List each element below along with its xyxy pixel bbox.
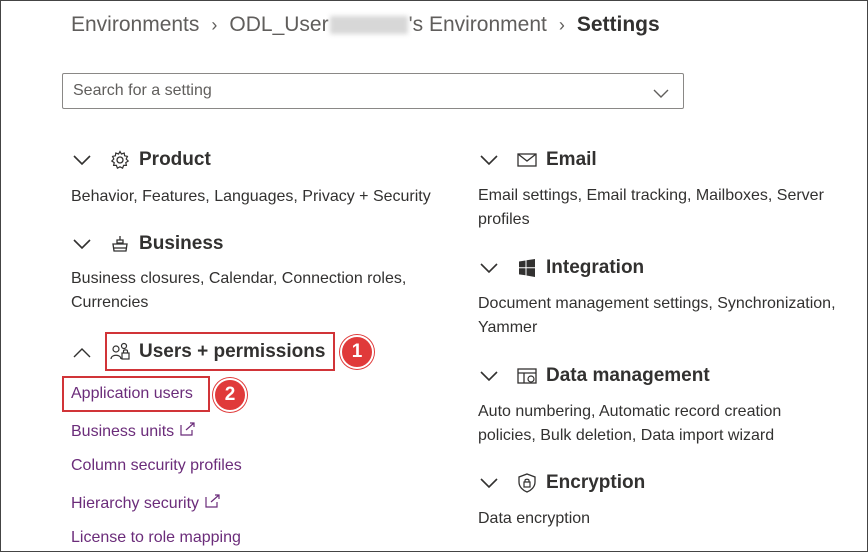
callout-highlight-users-permissions [105,332,335,371]
settings-page: Environments › ODL_User's Environment › … [0,0,868,552]
group-product: Product Behavior, Features, Languages, P… [71,149,431,209]
group-data-management-title: Data management [546,365,710,386]
group-integration-title: Integration [546,257,645,278]
group-integration-header[interactable]: Integration [478,257,836,279]
group-email-description: Email settings, Email tracking, Mailboxe… [478,184,824,232]
external-link-icon [205,494,221,513]
description-line: Document management settings, Synchroniz… [478,295,836,312]
breadcrumb-environments[interactable]: Environments [71,13,199,37]
description-line: policies, Bulk deletion, Data import wiz… [478,427,775,444]
chevron-down-icon[interactable] [653,86,669,104]
group-product-header[interactable]: Product [71,149,431,171]
link-column-security-profiles[interactable]: Column security profiles [71,457,242,475]
group-encryption: Encryption Data encryption [478,472,645,531]
breadcrumb: Environments › ODL_User's Environment › … [71,13,660,37]
group-encryption-header[interactable]: Encryption [478,472,645,494]
description-line: Email settings, Email tracking, Mailboxe… [478,187,824,204]
chevron-down-icon[interactable] [478,150,500,170]
group-encryption-title: Encryption [546,472,646,493]
chevron-right-icon: › [558,14,565,35]
group-email-header[interactable]: Email [478,149,824,171]
chevron-down-icon[interactable] [71,150,93,170]
data-management-icon [517,366,537,386]
external-link-icon [180,422,196,441]
group-data-management-header[interactable]: Data management [478,365,781,387]
chevron-down-icon[interactable] [71,234,93,254]
description-line: Auto numbering, Automatic record creatio… [478,403,782,420]
group-email: Email Email settings, Email tracking, Ma… [478,149,824,232]
group-business-header[interactable]: Business [71,233,406,255]
breadcrumb-environment[interactable]: ODL_User 's Environment [229,13,546,37]
step-badge-2: 2 [213,378,247,412]
chevron-right-icon: › [211,14,218,35]
description-line: Yammer [478,319,538,336]
env-name-prefix: ODL_User [229,13,329,36]
group-business-title: Business [139,233,224,254]
chevron-down-icon[interactable] [478,473,500,493]
group-business: Business Business closures, Calendar, Co… [71,233,406,315]
group-business-description: Business closures, Calendar, Connection … [71,267,406,315]
link-label: Business units [71,422,175,440]
description-line: Data encryption [478,510,591,527]
encryption-icon [517,473,537,493]
description-line: profiles [478,211,530,228]
windows-icon [517,258,537,278]
redacted-username [329,16,408,35]
group-data-management-description: Auto numbering, Automatic record creatio… [478,400,781,448]
business-icon [110,234,130,254]
link-license-to-role-mapping[interactable]: License to role mapping [71,529,241,547]
link-hierarchy-security[interactable]: Hierarchy security [71,494,221,513]
group-product-title: Product [139,149,211,170]
callout-highlight-application-users [62,376,210,412]
link-business-units[interactable]: Business units [71,422,196,441]
step-badge-1: 1 [340,335,374,369]
group-encryption-description: Data encryption [478,507,645,531]
chevron-up-icon[interactable] [71,342,93,362]
gear-icon [110,150,130,170]
link-label: Hierarchy security [71,494,200,512]
env-name-suffix: 's Environment [408,13,547,36]
group-data-management: Data management Auto numbering, Automati… [478,365,781,448]
link-label: Column security profiles [71,457,242,474]
group-integration-description: Document management settings, Synchroniz… [478,292,836,340]
description-line: Business closures, Calendar, Connection … [71,270,407,287]
group-email-title: Email [546,149,597,170]
chevron-down-icon[interactable] [478,258,500,278]
search-box[interactable] [62,73,684,109]
description-line: Currencies [71,294,149,311]
link-label: License to role mapping [71,529,241,546]
group-product-description: Behavior, Features, Languages, Privacy +… [71,188,431,205]
chevron-down-icon[interactable] [478,366,500,386]
mail-icon [517,150,537,170]
page-title: Settings [576,13,660,36]
search-input[interactable] [63,74,633,108]
group-integration: Integration Document management settings… [478,257,836,340]
